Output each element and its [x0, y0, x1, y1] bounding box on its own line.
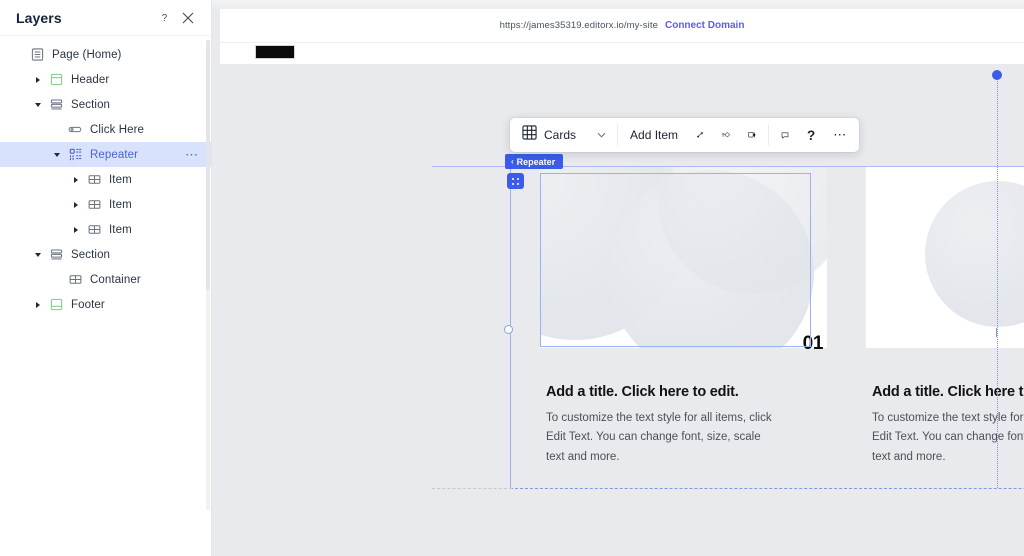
add-item-button[interactable]: Add Item: [621, 120, 687, 150]
chevron-left-icon: ‹: [511, 157, 514, 166]
layer-label: Item: [109, 198, 132, 211]
layer-label: Section: [71, 248, 111, 261]
question-mark-icon[interactable]: ?: [155, 9, 173, 27]
drag-handle-icon[interactable]: [507, 173, 524, 189]
toolbar-divider: [617, 125, 619, 145]
connect-domain-link[interactable]: Connect Domain: [665, 20, 744, 31]
layer-row-container[interactable]: Container: [0, 267, 211, 292]
layer-label: Item: [109, 173, 132, 186]
alignment-tick: [996, 328, 997, 337]
animation-icon[interactable]: [713, 120, 739, 150]
layer-label: Repeater: [90, 148, 139, 161]
chevron-down-icon[interactable]: [52, 150, 62, 160]
card-title-1: Add a title. Click here to edit.: [546, 384, 739, 400]
site-url-text: https://james35319.editorx.io/my-site: [499, 20, 658, 31]
repeater-item-1[interactable]: 01 Add a title. Click here to edit. To c…: [540, 166, 827, 467]
grid-icon: [522, 125, 537, 145]
card-image-1[interactable]: [540, 166, 827, 348]
card-body-2: To customize the text style for all item…: [872, 409, 1024, 467]
card-body-line: text and more.: [546, 450, 620, 463]
chevron-right-icon[interactable]: [71, 200, 81, 210]
page-icon: [29, 47, 45, 63]
layout-select[interactable]: Cards: [512, 120, 614, 150]
button-icon: [67, 122, 83, 138]
layer-row-click-here[interactable]: Click Here: [0, 117, 211, 142]
layers-tree[interactable]: Page (Home) Header Section Click Here Repeat…: [0, 36, 211, 317]
layer-label: Page (Home): [52, 48, 122, 61]
layer-row-section[interactable]: Section: [0, 92, 211, 117]
section-icon: [48, 97, 64, 113]
layer-label: Container: [90, 273, 141, 286]
chevron-down-icon[interactable]: [33, 100, 43, 110]
alignment-guide-dot[interactable]: [992, 70, 1002, 80]
layer-row-repeater[interactable]: Repeater ⋯: [0, 142, 211, 167]
site-header-band: [220, 43, 1024, 65]
card-body-line: To customize the text style for all item…: [872, 412, 1024, 424]
layers-panel-header: Layers ?: [0, 0, 211, 36]
footer-icon: [48, 297, 64, 313]
repeater-badge-label: Repeater: [516, 156, 556, 167]
svg-text:?: ?: [161, 13, 167, 24]
layout-select-label: Cards: [544, 128, 577, 142]
chevron-right-icon[interactable]: [33, 300, 43, 310]
toolbar-divider: [768, 125, 770, 145]
site-logo[interactable]: [256, 46, 294, 58]
canvas-area: https://james35319.editorx.io/my-site Co…: [212, 0, 1024, 556]
alignment-guide-line: [997, 74, 998, 488]
layers-scrollbar-thumb[interactable]: [206, 40, 210, 290]
layers-scrollbar[interactable]: [206, 40, 210, 510]
card-number-1: 01: [802, 333, 824, 354]
help-icon[interactable]: ?: [798, 120, 824, 150]
layer-label: Header: [71, 73, 110, 86]
page-title: Layers: [16, 9, 62, 26]
chevron-right-icon[interactable]: [71, 175, 81, 185]
layer-row-footer[interactable]: Footer: [0, 292, 211, 317]
layer-row-item[interactable]: Item: [0, 192, 211, 217]
container-icon: [86, 197, 102, 213]
layer-row-page-home[interactable]: Page (Home): [0, 42, 211, 67]
repeater-floating-toolbar: Cards Add Item ? ⋯: [510, 118, 859, 152]
card-body-line: Edit Text. You can change font, size, sc…: [546, 431, 761, 444]
container-icon: [86, 172, 102, 188]
chevron-down-icon: [597, 130, 606, 140]
container-icon: [86, 222, 102, 238]
close-icon[interactable]: [179, 9, 197, 27]
more-options-icon[interactable]: ⋯: [824, 120, 857, 150]
chevron-right-icon[interactable]: [33, 75, 43, 85]
card-body-line: To customize the text style for all item…: [546, 412, 772, 424]
repeater-item-2[interactable]: 02 Add a title. Click here to edit. To c…: [866, 166, 1024, 467]
connect-data-icon[interactable]: [687, 120, 713, 150]
layer-label: Footer: [71, 298, 105, 311]
card-image-2[interactable]: [866, 166, 1024, 348]
layer-row-header[interactable]: Header: [0, 67, 211, 92]
layer-label: Item: [109, 223, 132, 236]
layer-row-item[interactable]: Item: [0, 167, 211, 192]
duplicate-icon[interactable]: [739, 120, 765, 150]
layer-more-options-icon[interactable]: ⋯: [185, 148, 199, 161]
resize-handle-left[interactable]: [504, 325, 513, 334]
site-url-bar: https://james35319.editorx.io/my-site Co…: [220, 9, 1024, 43]
card-body-line: Edit Text. You can change font, size, sc…: [872, 431, 1024, 444]
layer-label: Click Here: [90, 123, 145, 136]
layer-row-item[interactable]: Item: [0, 217, 211, 242]
comment-icon[interactable]: [772, 120, 798, 150]
header-icon: [48, 72, 64, 88]
container-icon: [67, 272, 83, 288]
section-icon: [48, 247, 64, 263]
section-bottom-guide: [432, 488, 512, 489]
layer-label: Section: [71, 98, 111, 111]
chevron-right-icon[interactable]: [71, 225, 81, 235]
editor-window: Layers ? Page (Home) Header Section Click H…: [0, 0, 1024, 556]
editor-top-strip: [212, 0, 1024, 9]
card-body-line: text and more.: [872, 450, 946, 463]
repeater-icon: [67, 147, 83, 163]
repeater-bottom-guide: [510, 488, 1024, 489]
card-body-1: To customize the text style for all item…: [546, 409, 827, 467]
card-title-2: Add a title. Click here to edit.: [872, 384, 1024, 400]
repeater-selection-badge[interactable]: ‹ Repeater: [505, 154, 564, 169]
layers-panel: Layers ? Page (Home) Header Section Click H…: [0, 0, 212, 556]
chevron-down-icon[interactable]: [33, 250, 43, 260]
layer-row-section[interactable]: Section: [0, 242, 211, 267]
